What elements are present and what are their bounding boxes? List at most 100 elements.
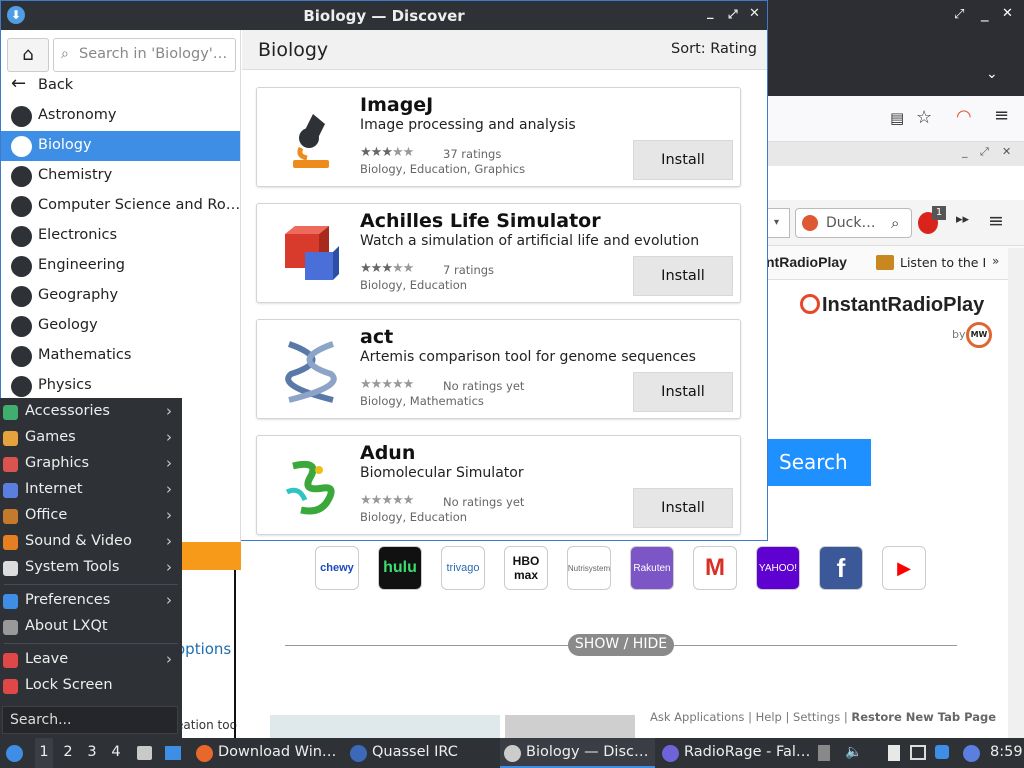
app-card[interactable]: Adun Biomolecular Simulator ★★★★★ No rating… xyxy=(256,435,741,535)
workspace-2[interactable]: 2 xyxy=(59,744,77,760)
window-titlebar[interactable]: ⬇ Biology — Discover _ ⤢ ✕ xyxy=(1,1,767,30)
menu-search-input[interactable]: Search... xyxy=(2,706,178,734)
menu-item-office[interactable]: Office › xyxy=(0,503,182,529)
close-icon[interactable]: ✕ xyxy=(1002,6,1013,21)
app-name[interactable]: ImageJ xyxy=(360,94,433,116)
menu-item-graphics[interactable]: Graphics › xyxy=(0,451,182,477)
chevron-down-icon[interactable]: ⌄ xyxy=(986,66,998,82)
install-button[interactable]: Install xyxy=(633,140,733,180)
tile-rakuten[interactable]: Rakuten xyxy=(630,546,674,590)
sidebar-item-astronomy[interactable]: Astronomy xyxy=(1,101,240,131)
menu-item-leave[interactable]: Leave › xyxy=(0,647,182,673)
clock[interactable]: 8:59 xyxy=(990,744,1023,760)
help-link[interactable]: Help xyxy=(756,710,782,724)
sidebar-item-electronics[interactable]: Electronics xyxy=(1,221,240,251)
ask-applications-link[interactable]: Ask Applications xyxy=(650,710,744,724)
tile-facebook[interactable]: f xyxy=(819,546,863,590)
notification-icon[interactable] xyxy=(935,745,949,759)
tray-clipboard-icon[interactable] xyxy=(888,745,900,761)
app-card[interactable]: act Artemis comparison tool for genome se… xyxy=(256,319,741,419)
inner-maximize-icon[interactable]: ⤢ xyxy=(980,145,989,159)
quassel-tray-icon[interactable] xyxy=(963,745,980,762)
file-manager-icon[interactable] xyxy=(137,746,152,760)
page-scrollbar[interactable] xyxy=(1008,248,1024,738)
search-icon[interactable]: ⌕ xyxy=(891,214,899,232)
sidebar-item-back[interactable]: ← Back xyxy=(1,71,240,101)
options-link[interactable]: options xyxy=(176,640,231,658)
bookmark-listen[interactable]: Listen to the I xyxy=(900,255,986,270)
tile-nutrisystem[interactable]: Nutrisystem xyxy=(567,546,611,590)
menu-search-placeholder: Search... xyxy=(10,712,72,728)
reader-view-icon[interactable]: ▤ xyxy=(890,109,904,127)
menu-item-about-lxqt[interactable]: About LXQt xyxy=(0,614,182,640)
inner-close-icon[interactable]: ✕ xyxy=(1002,145,1011,158)
install-button[interactable]: Install xyxy=(633,488,733,528)
menu-item-lock-screen[interactable]: Lock Screen xyxy=(0,673,182,699)
hamburger-menu-icon[interactable]: ≡ xyxy=(994,105,1009,126)
minimize-button[interactable]: _ xyxy=(707,5,714,20)
bookmark-instantradioplay[interactable]: ntRadioPlay xyxy=(766,254,847,270)
sidebar-item-engineering[interactable]: Engineering xyxy=(1,251,240,281)
restore-link[interactable]: Restore New Tab Page xyxy=(851,710,996,724)
taskbar-task[interactable]: RadioRage - Fal… xyxy=(658,738,813,768)
minimize-icon[interactable]: _ xyxy=(981,4,989,22)
install-button[interactable]: Install xyxy=(633,256,733,296)
app-description: Biomolecular Simulator xyxy=(360,465,524,481)
sidebar-item-mathematics[interactable]: Mathematics xyxy=(1,341,240,371)
tile-trivago[interactable]: trivago xyxy=(441,546,485,590)
tile-gmail[interactable]: M xyxy=(693,546,737,590)
maximize-icon[interactable]: ⤢ xyxy=(954,7,964,22)
footer-sep: | xyxy=(843,710,848,724)
inner-minimize-icon[interactable]: _ xyxy=(962,145,968,158)
sidebar-item-chemistry[interactable]: Chemistry xyxy=(1,161,240,191)
settings-link[interactable]: Settings xyxy=(793,710,840,724)
workspace-3[interactable]: 3 xyxy=(83,744,101,760)
taskbar-task[interactable]: Download Win… xyxy=(192,738,342,768)
bookmark-star-icon[interactable]: ☆ xyxy=(916,107,932,128)
sidebar-item-physics[interactable]: Physics xyxy=(1,371,240,401)
menu-item-preferences[interactable]: Preferences › xyxy=(0,588,182,614)
close-button[interactable]: ✕ xyxy=(749,6,760,21)
tile-chewy[interactable]: chewy xyxy=(315,546,359,590)
main-menu-icon[interactable] xyxy=(6,745,23,762)
app-menu-icon[interactable]: ≡ xyxy=(988,210,1004,232)
show-desktop-icon[interactable] xyxy=(165,746,181,760)
sidebar-item-geology[interactable]: Geology xyxy=(1,311,240,341)
tile-hbomax[interactable]: HBO max xyxy=(504,546,548,590)
bookmarks-overflow-icon[interactable]: » xyxy=(992,254,999,268)
tray-drive-icon[interactable] xyxy=(818,745,830,761)
install-button[interactable]: Install xyxy=(633,372,733,412)
sort-button[interactable]: Sort: Rating xyxy=(671,41,757,57)
workspace-1[interactable]: 1 xyxy=(35,738,53,768)
app-name[interactable]: Achilles Life Simulator xyxy=(360,210,601,232)
overflow-chevron-icon[interactable]: ▸▸ xyxy=(956,212,969,227)
tile-youtube[interactable]: ▶ xyxy=(882,546,926,590)
app-card[interactable]: Achilles Life Simulator Watch a simulatio… xyxy=(256,203,741,303)
search-engine-field[interactable]: Duck… ⌕ xyxy=(795,208,912,238)
show-hide-button[interactable]: SHOW / HIDE xyxy=(568,634,674,656)
network-icon[interactable] xyxy=(910,745,926,760)
search-input[interactable]: ⌕ Search in 'Biology'… xyxy=(53,38,236,72)
menu-item-accessories[interactable]: Accessories › xyxy=(0,399,182,425)
menu-item-internet[interactable]: Internet › xyxy=(0,477,182,503)
maximize-button[interactable]: ⤢ xyxy=(728,7,738,22)
menu-item-sound-video[interactable]: Sound & Video › xyxy=(0,529,182,555)
sidebar-item-computer[interactable]: Computer Science and Ro… xyxy=(1,191,240,221)
menu-item-system-tools[interactable]: System Tools › xyxy=(0,555,182,581)
dropdown-arrow-icon[interactable]: ▾ xyxy=(766,208,790,238)
sidebar-item-biology[interactable]: Biology xyxy=(1,131,240,161)
sidebar-item-geography[interactable]: Geography xyxy=(1,281,240,311)
workspace-4[interactable]: 4 xyxy=(107,744,125,760)
app-name[interactable]: Adun xyxy=(360,442,415,464)
radio-search-button[interactable]: Search xyxy=(768,439,871,486)
app-card[interactable]: ImageJ Image processing and analysis ★★★★★… xyxy=(256,87,741,187)
home-button[interactable]: ⌂ xyxy=(7,38,49,72)
tile-hulu[interactable]: hulu xyxy=(378,546,422,590)
tile-yahoo[interactable]: YAHOO! xyxy=(756,546,800,590)
taskbar-task[interactable]: Quassel IRC xyxy=(346,738,496,768)
app-name[interactable]: act xyxy=(360,326,393,348)
taskbar-task[interactable]: Biology — Disc… xyxy=(500,738,655,768)
volume-icon[interactable]: 🔈 xyxy=(845,744,862,760)
menu-item-games[interactable]: Games › xyxy=(0,425,182,451)
radiorage-addon-icon[interactable]: ◠ xyxy=(956,106,972,127)
